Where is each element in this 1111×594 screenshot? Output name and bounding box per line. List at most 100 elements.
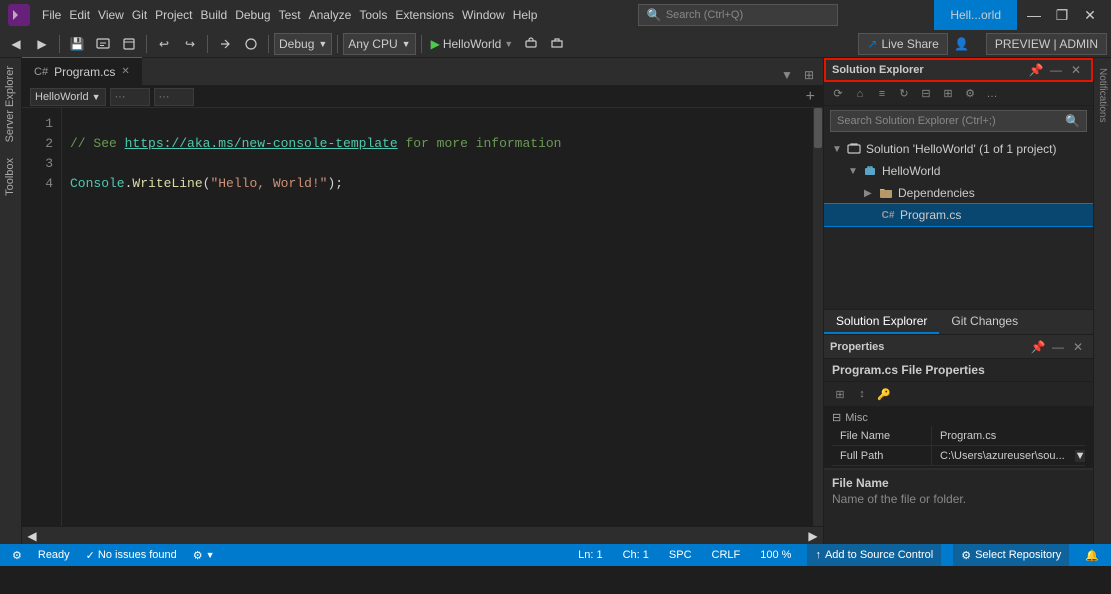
properties-toolbar: ⊞ ↕ 🔑 [824, 382, 1093, 407]
minimize-button[interactable]: — [1021, 2, 1047, 28]
menu-debug[interactable]: Debug [231, 0, 274, 30]
redo-button[interactable]: ↪ [178, 33, 202, 55]
solution-icon [846, 141, 862, 157]
debug-config-dropdown[interactable]: Debug ▼ [274, 33, 332, 55]
menu-window[interactable]: Window [458, 0, 509, 30]
prop-autohide-button[interactable]: — [1049, 338, 1067, 356]
prop-page-button[interactable]: 🔑 [874, 384, 894, 404]
se-collapse-button[interactable]: ⊟ [916, 84, 936, 104]
se-views-button[interactable]: ⊞ [938, 84, 958, 104]
tree-program-cs[interactable]: C# Program.cs [824, 204, 1093, 226]
se-home-button[interactable]: ⌂ [850, 84, 870, 104]
se-more-button[interactable]: … [982, 84, 1002, 104]
sidebar-server-explorer[interactable]: Server Explorer [0, 58, 21, 150]
back-button[interactable]: ◀ [4, 33, 28, 55]
auto-hide-button[interactable]: — [1047, 61, 1065, 79]
status-encoding[interactable]: CRLF [708, 544, 745, 566]
se-refresh-button[interactable]: ↻ [894, 84, 914, 104]
prop-pin-button[interactable]: 📌 [1029, 338, 1047, 356]
prop-grid-button[interactable]: ⊞ [830, 384, 850, 404]
menu-file[interactable]: File [38, 0, 65, 30]
close-button[interactable]: ✕ [1077, 2, 1103, 28]
add-to-source-control-button[interactable]: ↑ Add to Source Control [807, 544, 941, 566]
save-all-button[interactable]: 💾 [65, 33, 89, 55]
menu-analyze[interactable]: Analyze [305, 0, 356, 30]
solution-explorer-search[interactable]: 🔍 [830, 110, 1087, 132]
tree-project[interactable]: ▼ HelloWorld [824, 160, 1093, 182]
scrollbar-thumb[interactable] [814, 108, 822, 148]
menu-help[interactable]: Help [509, 0, 542, 30]
build-button[interactable] [91, 33, 115, 55]
sidebar-toolbox[interactable]: Toolbox [0, 150, 21, 204]
path-dropdown-3[interactable]: ··· [154, 88, 194, 106]
solution-explorer-header: Solution Explorer 📌 — ✕ [824, 58, 1093, 82]
platform-dropdown[interactable]: Any CPU ▼ [343, 33, 415, 55]
select-repository-button[interactable]: ⚙ Select Repository [953, 544, 1069, 566]
line-numbers: 1 2 3 4 [22, 108, 62, 526]
undo-button[interactable]: ↩ [152, 33, 176, 55]
toolbar-attach[interactable] [519, 33, 543, 55]
tree-solution[interactable]: ▼ Solution 'HelloWorld' (1 of 1 project) [824, 138, 1093, 160]
toolbar-extra-2[interactable] [239, 33, 263, 55]
editor-tab-program-cs[interactable]: C# Program.cs ✕ [22, 57, 142, 85]
solution-chevron: ▼ [832, 144, 842, 155]
menu-view[interactable]: View [94, 0, 128, 30]
menu-tools[interactable]: Tools [355, 0, 391, 30]
close-panel-button[interactable]: ✕ [1067, 61, 1085, 79]
toolbar-extra-3[interactable] [545, 33, 569, 55]
status-no-issues[interactable]: ✓ No issues found [82, 544, 181, 566]
menu-git[interactable]: Git [128, 0, 151, 30]
horizontal-scrollbar[interactable] [42, 531, 803, 541]
path-helloworld-dropdown[interactable]: HelloWorld ▼ [30, 88, 106, 106]
maximize-button[interactable]: ❐ [1049, 2, 1075, 28]
vertical-scrollbar[interactable] [813, 108, 823, 526]
code-editor[interactable]: 1 2 3 4 // See https://aka.ms/new-consol… [22, 108, 823, 526]
se-sync-button[interactable]: ⟳ [828, 84, 848, 104]
solution-explorer-toolbar: ⟳ ⌂ ≡ ↻ ⊟ ⊞ ⚙ … [824, 82, 1093, 106]
status-spaces[interactable]: SPC [665, 544, 696, 566]
forward-button[interactable]: ▶ [30, 33, 54, 55]
menu-test[interactable]: Test [275, 0, 305, 30]
path-dropdown-2[interactable]: ··· [110, 88, 150, 106]
tab-git-changes[interactable]: Git Changes [939, 310, 1030, 334]
live-share-button[interactable]: ↗ Live Share [858, 33, 947, 55]
tree-dependencies[interactable]: ▶ Dependencies [824, 182, 1093, 204]
menu-edit[interactable]: Edit [65, 0, 94, 30]
tab-solution-explorer[interactable]: Solution Explorer [824, 310, 939, 334]
menu-project[interactable]: Project [151, 0, 196, 30]
tab-split-button[interactable]: ⊞ [799, 65, 819, 85]
status-git-icon[interactable]: ⚙ [8, 544, 26, 566]
tab-close-icon[interactable]: ✕ [121, 66, 129, 77]
status-col[interactable]: Ch: 1 [619, 544, 653, 566]
global-search-input[interactable]: 🔍 Search (Ctrl+Q) [638, 4, 838, 26]
prop-scroll-button[interactable]: ▼ [1075, 450, 1085, 462]
notifications-tab[interactable]: Notifications [1095, 62, 1110, 128]
tab-list-button[interactable]: ▼ [777, 65, 797, 85]
repo-icon: ⚙ [961, 549, 971, 562]
scroll-left-button[interactable]: ◀ [22, 529, 42, 543]
menu-build[interactable]: Build [197, 0, 232, 30]
preview-admin-button[interactable]: PREVIEW | ADMIN [986, 33, 1107, 55]
code-content[interactable]: // See https://aka.ms/new-console-templa… [62, 108, 813, 526]
misc-section-header[interactable]: ⊟ Misc [832, 409, 1085, 426]
status-git-action[interactable]: ⚙ ▼ [189, 544, 219, 566]
search-input[interactable] [837, 115, 1061, 127]
toolbar-extra-1[interactable] [213, 33, 237, 55]
scroll-right-button[interactable]: ▶ [803, 529, 823, 543]
status-zoom[interactable]: 100 % [756, 544, 795, 566]
live-share-icon: ↗ [867, 37, 877, 51]
account-button[interactable]: 👤 [950, 33, 974, 55]
path-chevron-1: ▼ [92, 92, 101, 102]
notifications-bell[interactable]: 🔔 [1081, 544, 1103, 566]
project-label: HelloWorld [882, 164, 940, 178]
run-button[interactable]: ▶ HelloWorld ▼ [427, 37, 518, 51]
prop-close-button[interactable]: ✕ [1069, 338, 1087, 356]
menu-extensions[interactable]: Extensions [391, 0, 458, 30]
toolbar-btn-3[interactable] [117, 33, 141, 55]
status-location[interactable]: Ln: 1 [574, 544, 606, 566]
prop-sort-button[interactable]: ↕ [852, 384, 872, 404]
se-show-all-button[interactable]: ≡ [872, 84, 892, 104]
pin-button[interactable]: 📌 [1027, 61, 1045, 79]
path-add-button[interactable]: + [806, 88, 815, 106]
se-settings-button[interactable]: ⚙ [960, 84, 980, 104]
